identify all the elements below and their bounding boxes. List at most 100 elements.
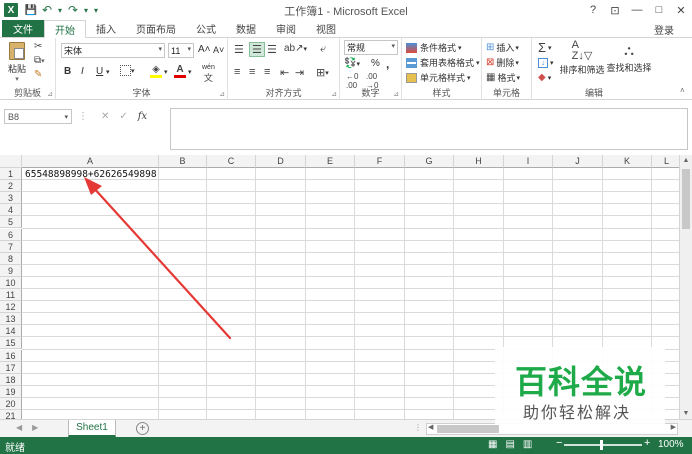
zoom-in-button[interactable]: + <box>644 437 650 449</box>
row-header-4[interactable]: 4 <box>0 204 22 217</box>
column-header-i[interactable]: I <box>504 155 553 168</box>
column-header-a[interactable]: A <box>22 155 159 168</box>
scroll-left-icon[interactable]: ◀ <box>428 423 433 431</box>
decrease-indent-button[interactable]: ⇤ <box>280 66 289 79</box>
name-box[interactable]: B8 ▾ <box>4 109 72 124</box>
page-break-view-icon[interactable]: ▥ <box>523 439 532 450</box>
column-header-l[interactable]: L <box>652 155 682 168</box>
tab-file[interactable]: 文件 <box>2 20 44 37</box>
tab-formulas[interactable]: 公式 <box>186 20 226 37</box>
cut-button[interactable]: ✂ <box>34 41 42 52</box>
row-header-3[interactable]: 3 <box>0 192 22 205</box>
fill-color-button[interactable]: ◈ <box>150 64 162 78</box>
cell-a1[interactable]: 65548898998+62626549898 <box>25 169 157 180</box>
help-button[interactable]: ? <box>582 4 604 16</box>
redo-dropdown-icon[interactable]: ▾ <box>82 6 90 15</box>
row-header-20[interactable]: 20 <box>0 397 22 410</box>
redo-icon[interactable]: ↷ <box>66 3 80 17</box>
row-header-14[interactable]: 14 <box>0 325 22 338</box>
column-header-h[interactable]: H <box>454 155 504 168</box>
row-header-11[interactable]: 11 <box>0 289 22 302</box>
align-center-button[interactable]: ≡ <box>249 66 255 78</box>
font-launcher-icon[interactable]: ⊿ <box>219 90 225 98</box>
clear-button[interactable]: ◆ ▾ <box>538 72 551 83</box>
column-header-c[interactable]: C <box>207 155 256 168</box>
find-select-button[interactable]: ⛬ 查找和选择 <box>606 40 652 74</box>
normal-view-icon[interactable]: ▦ <box>488 439 497 450</box>
row-header-19[interactable]: 19 <box>0 385 22 398</box>
tab-page-layout[interactable]: 页面布局 <box>126 20 186 37</box>
align-bottom-button[interactable]: ☰ <box>267 43 277 56</box>
column-header-e[interactable]: E <box>306 155 355 168</box>
tab-data[interactable]: 数据 <box>226 20 266 37</box>
formula-bar-splitter[interactable]: ⋮ <box>78 111 88 122</box>
row-header-9[interactable]: 9 <box>0 264 22 277</box>
save-icon[interactable]: 💾 <box>24 5 38 16</box>
row-header-21[interactable]: 21 <box>0 410 22 419</box>
underline-button[interactable]: U <box>96 66 103 77</box>
insert-function-icon[interactable]: fx <box>138 111 147 122</box>
collapse-ribbon-icon[interactable]: ˄ <box>680 86 685 95</box>
fill-button[interactable]: ↓ ▾ <box>538 58 554 68</box>
sheet-nav-arrows-icon[interactable]: ◀▶ <box>16 423 48 432</box>
row-header-7[interactable]: 7 <box>0 240 22 253</box>
vertical-scrollbar[interactable]: ▲ ▼ <box>679 155 692 419</box>
zoom-out-button[interactable]: − <box>556 437 562 449</box>
orientation-button[interactable]: ab↗ ▾ <box>284 43 307 54</box>
decrease-font-button[interactable]: A˅ <box>213 45 224 55</box>
select-all-corner[interactable] <box>0 155 22 168</box>
scroll-down-icon[interactable]: ▼ <box>680 410 692 417</box>
borders-button[interactable]: ▾ <box>120 65 135 76</box>
font-color-button[interactable]: A <box>174 64 186 78</box>
insert-cells-button[interactable]: ⊞ 插入 ▾ <box>486 41 519 54</box>
tab-home[interactable]: 开始 <box>44 20 86 38</box>
zoom-slider-knob[interactable] <box>600 440 603 450</box>
italic-button[interactable]: I <box>81 66 84 77</box>
zoom-slider[interactable] <box>564 440 642 450</box>
align-right-button[interactable]: ≡ <box>264 66 270 78</box>
font-color-dropdown-icon[interactable]: ▾ <box>188 68 192 76</box>
align-top-button[interactable]: ☰ <box>234 43 244 56</box>
sheet-tab-sheet1[interactable]: Sheet1 <box>68 420 116 437</box>
comma-button[interactable]: , <box>386 57 389 71</box>
row-header-12[interactable]: 12 <box>0 301 22 314</box>
wrap-text-button[interactable]: ⤶ <box>320 43 326 56</box>
accounting-format-button[interactable]: 💱 ▾ <box>344 58 360 69</box>
phonetic-button[interactable]: wén 文 <box>202 64 215 84</box>
ribbon-display-options-button[interactable]: ⊡ <box>604 4 626 17</box>
page-layout-view-icon[interactable]: ▤ <box>505 439 514 450</box>
cell-styles-button[interactable]: 单元格样式 ▾ <box>406 71 471 84</box>
row-header-5[interactable]: 5 <box>0 216 22 229</box>
format-cells-button[interactable]: ▦ 格式 ▾ <box>486 71 520 84</box>
tab-view[interactable]: 视图 <box>306 20 346 37</box>
format-painter-button[interactable]: ✎ <box>34 69 42 80</box>
row-header-16[interactable]: 16 <box>0 349 22 362</box>
underline-dropdown-icon[interactable]: ▾ <box>106 68 110 76</box>
undo-dropdown-icon[interactable]: ▾ <box>56 6 64 15</box>
align-left-button[interactable]: ≡ <box>234 66 240 78</box>
scroll-up-icon[interactable]: ▲ <box>680 157 692 164</box>
column-header-g[interactable]: G <box>405 155 454 168</box>
increase-font-button[interactable]: A˄ <box>198 44 211 55</box>
column-header-d[interactable]: D <box>256 155 306 168</box>
tab-insert[interactable]: 插入 <box>86 20 126 37</box>
increase-indent-button[interactable]: ⇥ <box>295 66 304 79</box>
horizontal-scroll-thumb[interactable] <box>437 425 499 433</box>
delete-cells-button[interactable]: ⊠ 删除 ▾ <box>486 56 519 69</box>
row-header-15[interactable]: 15 <box>0 337 22 350</box>
alignment-launcher-icon[interactable]: ⊿ <box>331 90 337 98</box>
zoom-level[interactable]: 100% <box>658 439 684 450</box>
login-link[interactable]: 登录 <box>654 22 674 37</box>
font-name-select[interactable]: 宋体 ▾ <box>61 43 165 58</box>
scroll-right-icon[interactable]: ▶ <box>671 423 676 431</box>
font-size-select[interactable]: 11 ▾ <box>168 43 194 58</box>
column-header-b[interactable]: B <box>159 155 207 168</box>
row-header-1[interactable]: 1 <box>0 168 22 181</box>
paste-button[interactable]: 粘贴 ▾ <box>6 42 28 83</box>
clipboard-launcher-icon[interactable]: ⊿ <box>47 90 53 98</box>
undo-icon[interactable]: ↶ <box>40 3 54 17</box>
cancel-icon[interactable]: ✕ <box>101 111 109 122</box>
column-header-f[interactable]: F <box>355 155 405 168</box>
row-header-10[interactable]: 10 <box>0 276 22 289</box>
bold-button[interactable]: B <box>64 66 71 77</box>
